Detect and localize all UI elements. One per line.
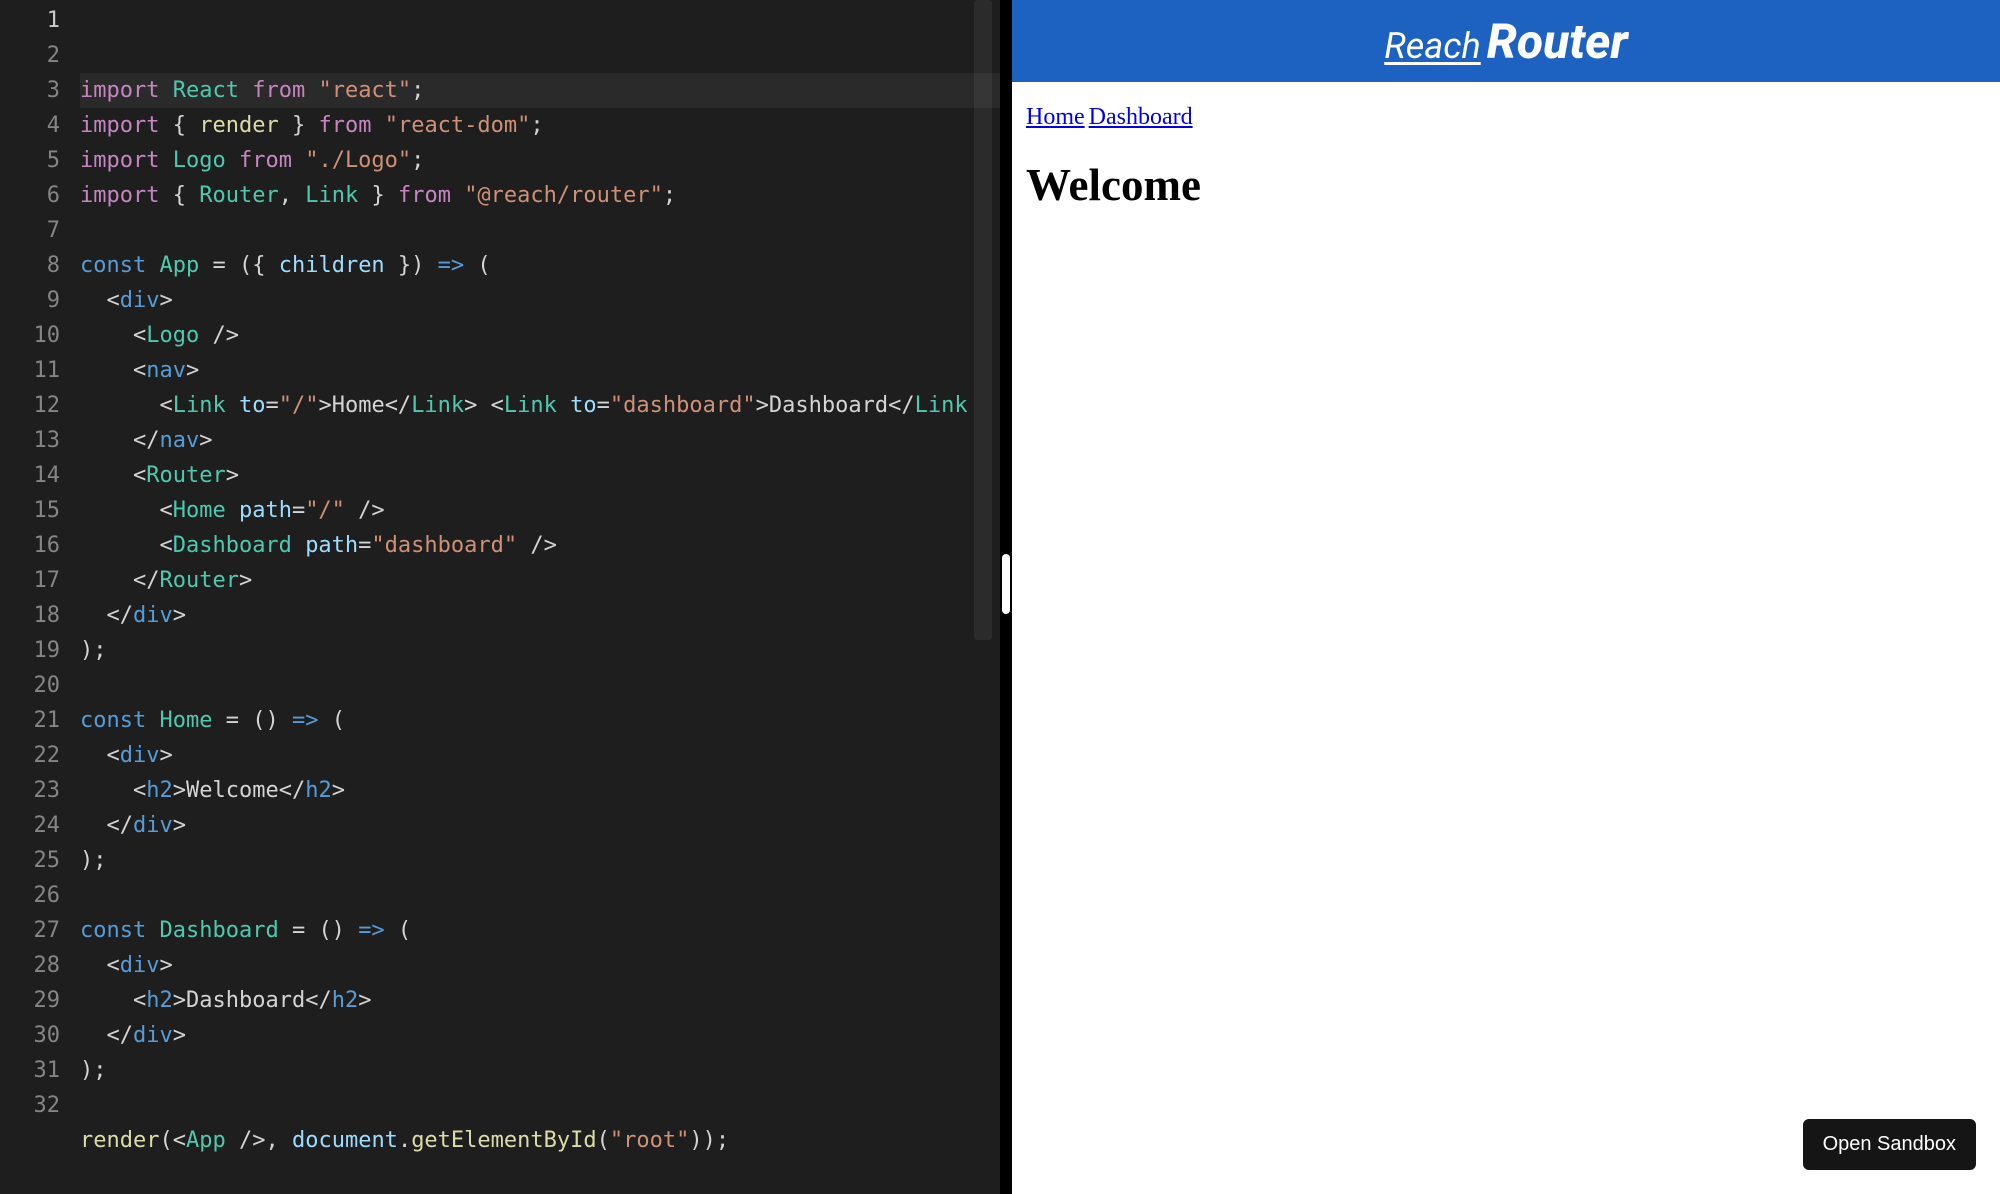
line-number: 27: [0, 913, 60, 948]
line-number: 17: [0, 563, 60, 598]
code-line[interactable]: [80, 213, 1000, 248]
code-line[interactable]: </Router>: [80, 563, 1000, 598]
code-line[interactable]: render(<App />, document.getElementById(…: [80, 1123, 1000, 1158]
line-number: 16: [0, 528, 60, 563]
pane-divider[interactable]: [1000, 0, 1012, 1194]
logo: Reach Router: [1384, 13, 1628, 70]
preview-body: Home Dashboard Welcome: [1012, 82, 2000, 233]
code-line[interactable]: const Dashboard = () => (: [80, 913, 1000, 948]
code-line[interactable]: const App = ({ children }) => (: [80, 248, 1000, 283]
open-sandbox-button[interactable]: Open Sandbox: [1803, 1119, 1976, 1170]
resize-handle[interactable]: [1002, 554, 1010, 614]
line-number: 19: [0, 633, 60, 668]
line-number: 10: [0, 318, 60, 353]
logo-reach: Reach: [1384, 25, 1481, 67]
line-number: 13: [0, 423, 60, 458]
line-number: 14: [0, 458, 60, 493]
code-line[interactable]: </div>: [80, 1018, 1000, 1053]
line-number: 20: [0, 668, 60, 703]
line-number: 31: [0, 1053, 60, 1088]
preview-nav: Home Dashboard: [1026, 104, 1986, 131]
code-line[interactable]: <Logo />: [80, 318, 1000, 353]
line-number: 23: [0, 773, 60, 808]
line-number: 21: [0, 703, 60, 738]
code-line[interactable]: <h2>Welcome</h2>: [80, 773, 1000, 808]
editor-scrollbar[interactable]: [974, 0, 992, 640]
code-line[interactable]: <Link to="/">Home</Link> <Link to="dashb…: [80, 388, 1000, 423]
code-line[interactable]: [80, 668, 1000, 703]
code-line[interactable]: </div>: [80, 598, 1000, 633]
code-line[interactable]: );: [80, 633, 1000, 668]
line-number: 3: [0, 73, 60, 108]
code-line[interactable]: <div>: [80, 948, 1000, 983]
code-line[interactable]: </div>: [80, 808, 1000, 843]
line-number: 1: [0, 3, 60, 38]
line-number: 12: [0, 388, 60, 423]
code-line[interactable]: [80, 1088, 1000, 1123]
code-line[interactable]: <Router>: [80, 458, 1000, 493]
code-line[interactable]: import { Router, Link } from "@reach/rou…: [80, 178, 1000, 213]
code-line[interactable]: <h2>Dashboard</h2>: [80, 983, 1000, 1018]
nav-link-home[interactable]: Home: [1026, 104, 1085, 130]
code-line[interactable]: </nav>: [80, 423, 1000, 458]
code-line[interactable]: <div>: [80, 738, 1000, 773]
line-number: 26: [0, 878, 60, 913]
code-line[interactable]: import Logo from "./Logo";: [80, 143, 1000, 178]
line-number-gutter: 1234567891011121314151617181920212223242…: [0, 0, 80, 1194]
preview-heading: Welcome: [1026, 159, 1986, 211]
code-line[interactable]: <div>: [80, 283, 1000, 318]
code-line[interactable]: );: [80, 1053, 1000, 1088]
line-number: 18: [0, 598, 60, 633]
line-number: 15: [0, 493, 60, 528]
code-line[interactable]: [80, 1158, 1000, 1193]
line-number: 32: [0, 1088, 60, 1123]
code-line[interactable]: );: [80, 843, 1000, 878]
line-number: 30: [0, 1018, 60, 1053]
logo-router: Router: [1487, 13, 1628, 70]
preview-header: Reach Router: [1012, 0, 2000, 82]
line-number: 2: [0, 38, 60, 73]
line-number: 5: [0, 143, 60, 178]
code-line[interactable]: const Home = () => (: [80, 703, 1000, 738]
preview-pane: Reach Router Home Dashboard Welcome Open…: [1012, 0, 2000, 1194]
editor-pane: 1234567891011121314151617181920212223242…: [0, 0, 1000, 1194]
code-line[interactable]: import { render } from "react-dom";: [80, 108, 1000, 143]
line-number: 6: [0, 178, 60, 213]
line-number: 24: [0, 808, 60, 843]
line-number: 29: [0, 983, 60, 1018]
line-number: 7: [0, 213, 60, 248]
code-area[interactable]: import React from "react";import { rende…: [80, 0, 1000, 1194]
code-line[interactable]: <Home path="/" />: [80, 493, 1000, 528]
nav-link-dashboard[interactable]: Dashboard: [1089, 104, 1193, 130]
code-line[interactable]: <Dashboard path="dashboard" />: [80, 528, 1000, 563]
line-number: 28: [0, 948, 60, 983]
code-line[interactable]: <nav>: [80, 353, 1000, 388]
code-line[interactable]: import React from "react";: [80, 73, 1000, 108]
line-number: 9: [0, 283, 60, 318]
line-number: 22: [0, 738, 60, 773]
line-number: 4: [0, 108, 60, 143]
line-number: 11: [0, 353, 60, 388]
code-line[interactable]: [80, 878, 1000, 913]
line-number: 25: [0, 843, 60, 878]
line-number: 8: [0, 248, 60, 283]
